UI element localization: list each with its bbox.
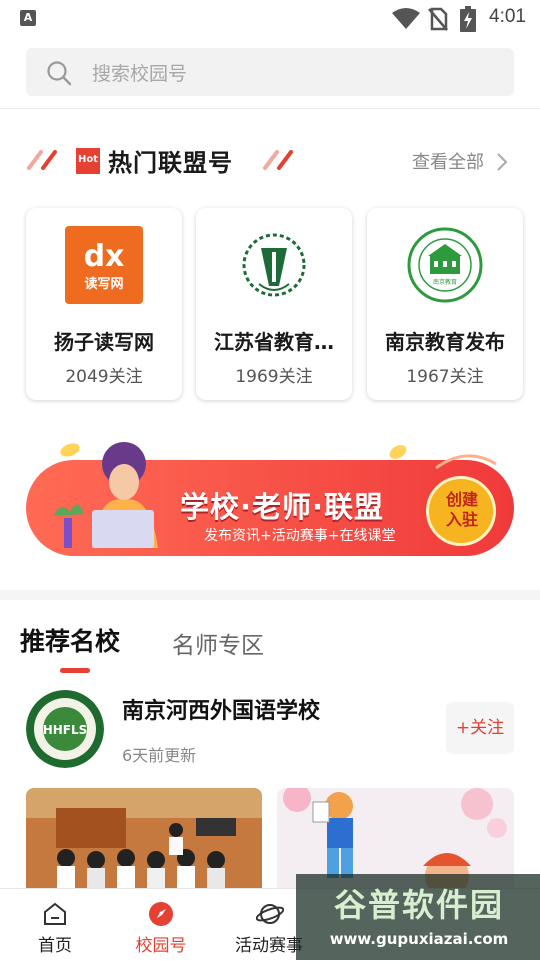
no-sim-icon	[428, 7, 448, 31]
svg-text:南京教育: 南京教育	[433, 278, 457, 286]
card-fans: 1967关注	[406, 367, 484, 387]
banner-title: 学校·老师·联盟	[180, 490, 385, 524]
alliance-card[interactable]: 南京教育 南京教育发布 1967关注	[367, 208, 523, 400]
status-bar: A 4:01	[0, 0, 540, 36]
card-name: 扬子读写网	[54, 330, 154, 354]
banner-subtitle: 发布资讯+活动赛事+在线课堂	[204, 528, 396, 544]
card-fans: 1969关注	[235, 367, 313, 387]
school-photo[interactable]	[26, 788, 262, 888]
svg-text:HHFLS: HHFLS	[43, 723, 88, 737]
nav-label: 首页	[38, 936, 72, 956]
card-fans: 2049关注	[65, 367, 143, 387]
watermark: 谷普软件园 www.gupuxiazai.com	[296, 874, 540, 960]
tab-recommended-schools[interactable]: 推荐名校	[20, 622, 120, 658]
nav-label: 校园号	[135, 936, 187, 956]
hot-badge: Hot	[76, 148, 100, 174]
promo-banner[interactable]: 学校·老师·联盟 发布资讯+活动赛事+在线课堂 创建入驻	[26, 430, 514, 556]
search-icon	[47, 61, 72, 86]
nav-home[interactable]: 首页	[0, 889, 110, 961]
school-updated: 6天前更新	[122, 746, 197, 765]
decor-slash-icon	[27, 150, 57, 170]
compass-icon	[149, 902, 173, 926]
tab-indicator	[60, 668, 90, 673]
svg-text:读写网: 读写网	[84, 276, 123, 292]
planet-icon	[256, 904, 284, 924]
search-bar[interactable]: 搜索校园号	[26, 48, 514, 96]
yangzi-logo: dx 读写网	[65, 226, 143, 304]
clock: 4:01	[489, 6, 526, 27]
card-name: 江苏省教育…	[214, 330, 334, 354]
alliance-card[interactable]: 江苏省教育… 1969关注	[196, 208, 352, 400]
decor-slash-icon	[263, 150, 293, 170]
nanjing-edu-logo: 南京教育	[406, 226, 484, 304]
hot-section-title: 热门联盟号	[108, 149, 233, 177]
wifi-icon	[392, 8, 420, 29]
banner-cta-button[interactable]: 创建入驻	[426, 476, 496, 546]
battery-charging-icon	[460, 6, 476, 32]
school-name[interactable]: 南京河西外国语学校	[122, 693, 320, 725]
section-divider	[0, 590, 540, 600]
jiangsu-edu-logo	[235, 226, 313, 304]
alliance-card[interactable]: dx 读写网 扬子读写网 2049关注	[26, 208, 182, 400]
nav-campus[interactable]: 校园号	[106, 889, 216, 961]
see-all-link[interactable]: 查看全部	[412, 148, 484, 174]
school-photo[interactable]	[277, 788, 514, 888]
school-avatar[interactable]: HHFLS	[26, 690, 104, 768]
chevron-right-icon[interactable]	[496, 152, 508, 172]
divider	[0, 108, 540, 109]
tab-famous-teachers[interactable]: 名师专区	[172, 626, 264, 660]
card-name: 南京教育发布	[385, 330, 505, 354]
banner-cta-label: 创建入驻	[445, 490, 478, 529]
watermark-url: www.gupuxiazai.com	[329, 930, 509, 948]
search-placeholder: 搜索校园号	[92, 63, 188, 85]
home-icon	[44, 902, 66, 925]
accessibility-app-icon: A	[20, 10, 36, 26]
watermark-title: 谷普软件园	[333, 886, 504, 924]
svg-text:dx: dx	[84, 239, 125, 274]
follow-button[interactable]: +关注	[446, 702, 514, 754]
